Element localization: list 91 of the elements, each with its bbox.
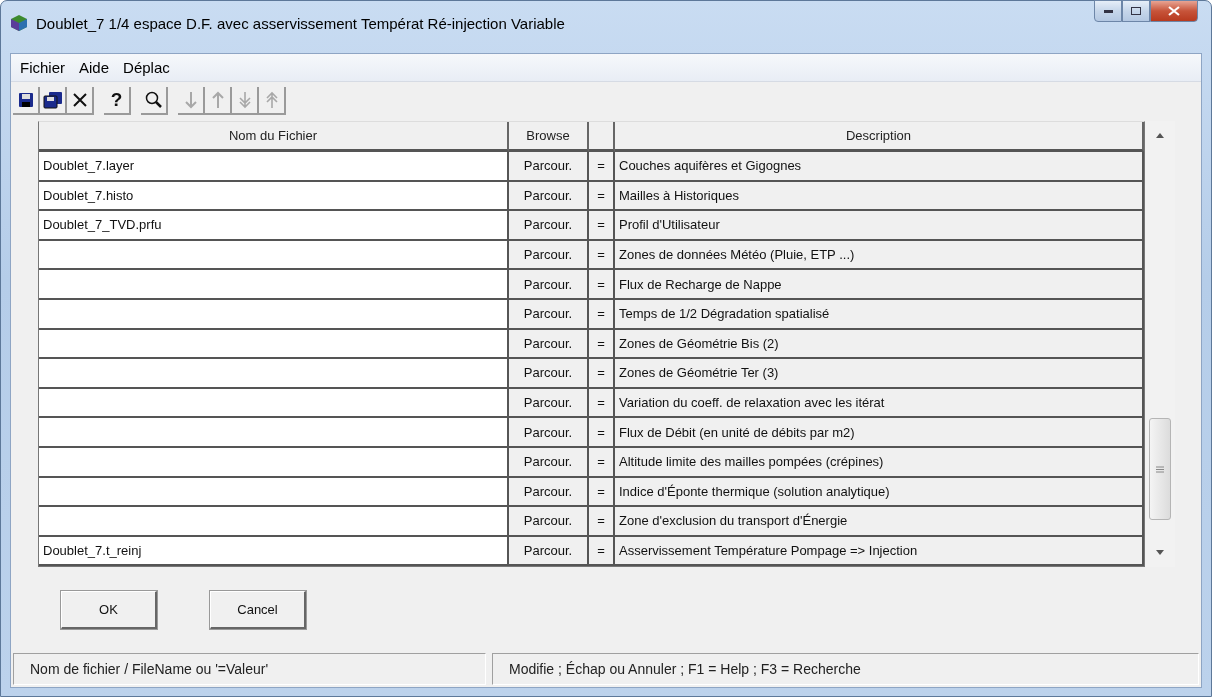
browse-cell[interactable]: Parcour.: [509, 240, 589, 271]
table-cell: =: [589, 270, 615, 300]
filename-cell[interactable]: [39, 299, 509, 330]
scroll-down-icon[interactable]: [1156, 550, 1164, 556]
filename-cell[interactable]: [39, 329, 509, 360]
browse-cell[interactable]: Parcour.: [509, 507, 589, 537]
browse-cell[interactable]: Parcour.: [509, 447, 589, 478]
browse-cell[interactable]: Parcour.: [509, 181, 589, 212]
browse-cell[interactable]: Parcour.: [509, 329, 589, 360]
minimize-button[interactable]: [1094, 0, 1122, 22]
status-text: Modifie ; Échap ou Annuler ; F1 = Help ; F3 = Recherche: [492, 653, 1199, 685]
filename-cell[interactable]: [39, 477, 509, 508]
filename-cell[interactable]: Doublet_7.layer: [39, 152, 509, 182]
app-icon: [10, 14, 28, 32]
table-cell: =: [589, 507, 615, 537]
description-cell: Zones de Géométrie Bis (2): [615, 329, 1144, 360]
filename-cell[interactable]: [39, 240, 509, 271]
toolbar-button[interactable]: [141, 87, 168, 115]
window-title: Doublet_7 1/4 espace D.F. avec asservissement Températ Ré-injection Variable: [36, 15, 565, 32]
table-cell: =: [589, 536, 615, 567]
filename-cell[interactable]: Doublet_7.histo: [39, 181, 509, 212]
toolbar-button[interactable]: [67, 87, 94, 115]
maximize-button[interactable]: [1122, 0, 1150, 22]
double-arrow-down-icon: [238, 91, 251, 109]
description-cell: Altitude limite des mailles pompées (crépines): [615, 447, 1144, 478]
browse-cell[interactable]: Parcour.: [509, 152, 589, 182]
toolbar-button[interactable]: [40, 87, 67, 115]
close-button[interactable]: [1150, 0, 1198, 22]
double-arrow-up-icon: [265, 91, 278, 109]
filename-cell[interactable]: [39, 270, 509, 300]
table-cell: =: [589, 359, 615, 389]
status-text: Nom de fichier / FileName ou '=Valeur': [13, 653, 486, 685]
browse-cell[interactable]: Parcour.: [509, 418, 589, 448]
description-cell: Zones de Géométrie Ter (3): [615, 359, 1144, 389]
browse-cell[interactable]: Parcour.: [509, 211, 589, 241]
description-cell: Zones de données Météo (Pluie, ETP ...): [615, 240, 1144, 271]
browse-cell[interactable]: Parcour.: [509, 359, 589, 389]
description-cell: Asservissement Température Pompage => Injection: [615, 536, 1144, 567]
floppy-stack-icon: [42, 91, 63, 109]
column-header: Nom du Fichier: [39, 122, 509, 152]
description-cell: Temps de 1/2 Dégradation spatialisé: [615, 299, 1144, 330]
cancel-button[interactable]: Cancel: [210, 591, 306, 630]
scroll-up-icon[interactable]: [1156, 133, 1164, 138]
maximize-icon: [1131, 7, 1141, 15]
save-icon: [17, 92, 34, 108]
arrow-down-icon: [184, 91, 197, 109]
filename-cell[interactable]: Doublet_7.t_reinj: [39, 536, 509, 567]
menu-item[interactable]: Aide: [72, 58, 117, 77]
filename-cell[interactable]: [39, 507, 509, 537]
browse-cell[interactable]: Parcour.: [509, 299, 589, 330]
description-cell: Couches aquifères et Gigognes: [615, 152, 1144, 182]
description-cell: Flux de Débit (en unité de débits par m2): [615, 418, 1144, 448]
table-cell: =: [589, 181, 615, 212]
table-cell: =: [589, 418, 615, 448]
browse-cell[interactable]: Parcour.: [509, 388, 589, 419]
search-icon: [144, 91, 163, 109]
description-cell: Variation du coeff. de relaxation avec les itérat: [615, 388, 1144, 419]
table-cell: =: [589, 211, 615, 241]
table-cell: =: [589, 477, 615, 508]
menu-item[interactable]: Fichier: [13, 58, 72, 77]
column-header: [589, 122, 615, 152]
browse-cell[interactable]: Parcour.: [509, 270, 589, 300]
table-cell: =: [589, 152, 615, 182]
description-cell: Profil d'Utilisateur: [615, 211, 1144, 241]
filename-cell[interactable]: [39, 447, 509, 478]
table-cell: =: [589, 388, 615, 419]
toolbar-button[interactable]: ?: [104, 87, 131, 115]
description-cell: Mailles à Historiques: [615, 181, 1144, 212]
minimize-icon: [1103, 9, 1113, 13]
filename-cell[interactable]: [39, 418, 509, 448]
scrollbar-thumb[interactable]: [1149, 418, 1171, 521]
table-cell: =: [589, 447, 615, 478]
arrow-up-icon: [211, 91, 224, 109]
browse-cell[interactable]: Parcour.: [509, 477, 589, 508]
filename-cell[interactable]: Doublet_7_TVD.prfu: [39, 211, 509, 241]
browse-cell[interactable]: Parcour.: [509, 536, 589, 567]
filename-cell[interactable]: [39, 388, 509, 419]
description-cell: Indice d'Éponte thermique (solution analytique): [615, 477, 1144, 508]
description-cell: Flux de Recharge de Nappe: [615, 270, 1144, 300]
table-cell: =: [589, 299, 615, 330]
table-cell: =: [589, 240, 615, 271]
description-cell: Zone d'exclusion du transport d'Énergie: [615, 507, 1144, 537]
menu-item[interactable]: Déplac: [116, 58, 177, 77]
close-icon: [1168, 6, 1180, 16]
filename-cell[interactable]: [39, 359, 509, 389]
toolbar-button[interactable]: [13, 87, 40, 115]
table-cell: =: [589, 329, 615, 360]
delete-icon: [71, 92, 88, 108]
column-header: Browse: [509, 122, 589, 152]
ok-button[interactable]: OK: [61, 591, 157, 630]
column-header: Description: [615, 122, 1144, 152]
